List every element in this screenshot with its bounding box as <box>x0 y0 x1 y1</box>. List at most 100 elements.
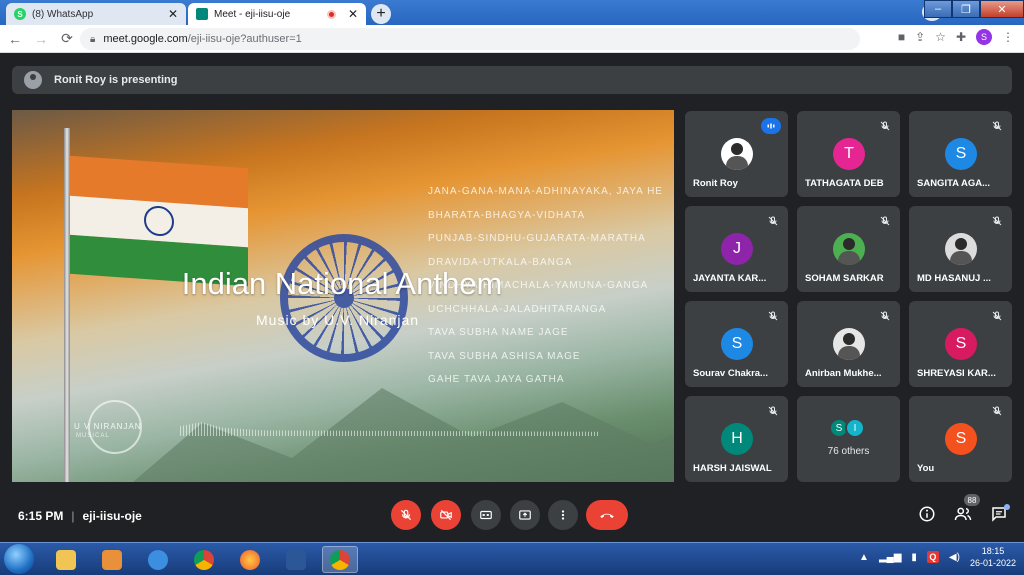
recording-indicator-icon <box>326 9 336 19</box>
participant-name: MD HASANUJ ... <box>917 273 991 284</box>
close-window-button[interactable]: ✕ <box>980 0 1024 18</box>
people-count-badge: 88 <box>964 494 980 506</box>
mic-muted-icon <box>989 213 1005 229</box>
chrome-icon <box>194 549 214 570</box>
participant-tile[interactable]: SOHAM SARKAR <box>797 206 900 292</box>
captions-button[interactable] <box>471 500 501 530</box>
participant-tile[interactable]: H HARSH JAISWAL <box>685 396 788 482</box>
tab-whatsapp[interactable]: S (8) WhatsApp ✕ <box>6 3 186 25</box>
reload-icon[interactable]: ⟳ <box>56 30 78 47</box>
slide-title: Indian National Anthem <box>181 266 503 301</box>
participant-name: HARSH JAISWAL <box>693 463 772 474</box>
lyric-line: UCHCHHALA-JALADHITARANGA <box>428 303 607 315</box>
tray-app-icon[interactable]: Q <box>926 551 939 563</box>
flag-chakra-icon <box>144 205 174 238</box>
battery-icon[interactable]: ▮ <box>911 552 917 563</box>
url-host: meet.google.com <box>103 33 188 45</box>
participant-tile[interactable]: S SHREYASI KAR... <box>909 301 1012 387</box>
menu-kebab-icon[interactable]: ⋮ <box>1002 30 1014 44</box>
volume-icon[interactable]: ◀) <box>949 552 960 563</box>
minimize-button[interactable]: – <box>924 0 952 18</box>
taskbar-ie[interactable] <box>140 546 176 573</box>
lyric-line: GAHE TAVA JAYA GATHA <box>428 374 565 385</box>
people-button[interactable]: 88 <box>952 494 980 525</box>
participant-tile[interactable]: Anirban Mukhe... <box>797 301 900 387</box>
leave-call-button[interactable] <box>586 500 628 530</box>
participant-name: You <box>917 463 935 474</box>
participant-tile[interactable]: MD HASANUJ ... <box>909 206 1012 292</box>
profile-avatar[interactable]: S <box>976 29 992 45</box>
participant-name: SANGITA AGA... <box>917 178 991 189</box>
lyric-line: TAVA SUBHA ASHISA MAGE <box>428 350 581 362</box>
network-signal-icon[interactable]: ▂▄▆ <box>879 552 901 563</box>
share-icon[interactable]: ⇪ <box>915 30 925 44</box>
mini-avatar: I <box>845 418 865 438</box>
system-tray: ▲ ▂▄▆ ▮ Q ◀) 18:15 26-01-2022 <box>859 545 1016 569</box>
participant-name: JAYANTA KAR... <box>693 273 767 284</box>
chat-notification-dot <box>1004 504 1010 510</box>
presenting-banner: Ronit Roy is presenting <box>12 66 1012 94</box>
tab-whatsapp-label: (8) WhatsApp <box>32 8 94 20</box>
bookmark-star-icon[interactable]: ☆ <box>935 30 946 44</box>
tab-whatsapp-close-icon[interactable]: ✕ <box>168 7 178 21</box>
whatsapp-icon: S <box>14 8 26 20</box>
participant-tile[interactable]: S I 76 others <box>797 396 900 482</box>
camera-icon[interactable]: ■ <box>898 30 905 44</box>
present-screen-icon <box>519 510 531 520</box>
participant-tile[interactable]: S You <box>909 396 1012 482</box>
mic-muted-icon <box>989 118 1005 134</box>
right-controls: 88 <box>916 494 1010 525</box>
participant-tile[interactable]: S Sourav Chakra... <box>685 301 788 387</box>
participant-name: Ronit Roy <box>693 178 738 189</box>
logo-name: U V NIRANJAN <box>74 422 142 431</box>
speaking-indicator-icon <box>761 118 781 134</box>
tray-arrow-icon[interactable]: ▲ <box>859 552 869 563</box>
participant-tile[interactable]: J JAYANTA KAR... <box>685 206 788 292</box>
meeting-controls-bar: 6:15 PM | eji-iisu-oje 88 <box>0 494 1024 542</box>
meet-icon <box>196 8 208 20</box>
present-button[interactable] <box>510 500 540 530</box>
participant-avatar <box>945 233 977 265</box>
mic-toggle-button[interactable] <box>391 500 421 530</box>
taskbar-chrome[interactable] <box>186 546 222 573</box>
more-vert-icon <box>561 510 565 520</box>
taskbar-word[interactable] <box>278 546 314 573</box>
media-player-icon <box>102 549 122 570</box>
meet-window: Ronit Roy is presenting JANA-GANA-MANA-A… <box>0 54 1024 542</box>
taskbar-clock[interactable]: 18:15 26-01-2022 <box>970 545 1016 569</box>
tab-meet-close-icon[interactable]: ✕ <box>348 7 358 21</box>
start-button[interactable] <box>4 544 34 574</box>
url-input[interactable]: 🔒︎ meet.google.com /eji-iisu-oje?authuse… <box>80 28 860 50</box>
window-controls: – ❐ ✕ <box>924 0 1024 18</box>
taskbar-explorer[interactable] <box>48 546 84 573</box>
meeting-time: 6:15 PM <box>18 509 64 523</box>
participant-name: Anirban Mukhe... <box>805 368 882 379</box>
participant-tile[interactable]: Ronit Roy <box>685 111 788 197</box>
mic-muted-icon <box>877 213 893 229</box>
new-tab-button[interactable]: + <box>371 4 391 24</box>
firefox-icon <box>240 549 260 570</box>
camera-toggle-button[interactable] <box>431 500 461 530</box>
forward-arrow-icon[interactable]: → <box>30 31 52 47</box>
tab-meet[interactable]: Meet - eji-iisu-oje ✕ <box>188 3 366 25</box>
maximize-button[interactable]: ❐ <box>952 0 980 18</box>
back-arrow-icon[interactable]: ← <box>4 31 26 47</box>
hang-up-icon <box>600 513 614 518</box>
meeting-details-button[interactable] <box>916 503 938 525</box>
taskbar-firefox[interactable] <box>232 546 268 573</box>
mic-muted-icon <box>765 403 781 419</box>
more-options-button[interactable] <box>548 500 578 530</box>
chat-button[interactable] <box>988 503 1010 525</box>
info-icon <box>919 506 935 522</box>
participant-tile[interactable]: S SANGITA AGA... <box>909 111 1012 197</box>
lyric-line: PUNJAB-SINDHU-GUJARATA-MARATHA <box>428 233 646 244</box>
address-bar: ← → ⟳ 🔒︎ meet.google.com /eji-iisu-oje?a… <box>0 25 1024 53</box>
taskbar-media-player[interactable] <box>94 546 130 573</box>
logo-sub: MUSICAL <box>76 433 110 439</box>
meeting-info-separator: | <box>71 509 75 523</box>
participant-tile[interactable]: T TATHAGATA DEB <box>797 111 900 197</box>
taskbar-chrome-active[interactable] <box>322 546 358 573</box>
mic-muted-icon <box>877 118 893 134</box>
clock-date: 26-01-2022 <box>969 558 1016 568</box>
extensions-icon[interactable]: ✚ <box>956 30 966 44</box>
